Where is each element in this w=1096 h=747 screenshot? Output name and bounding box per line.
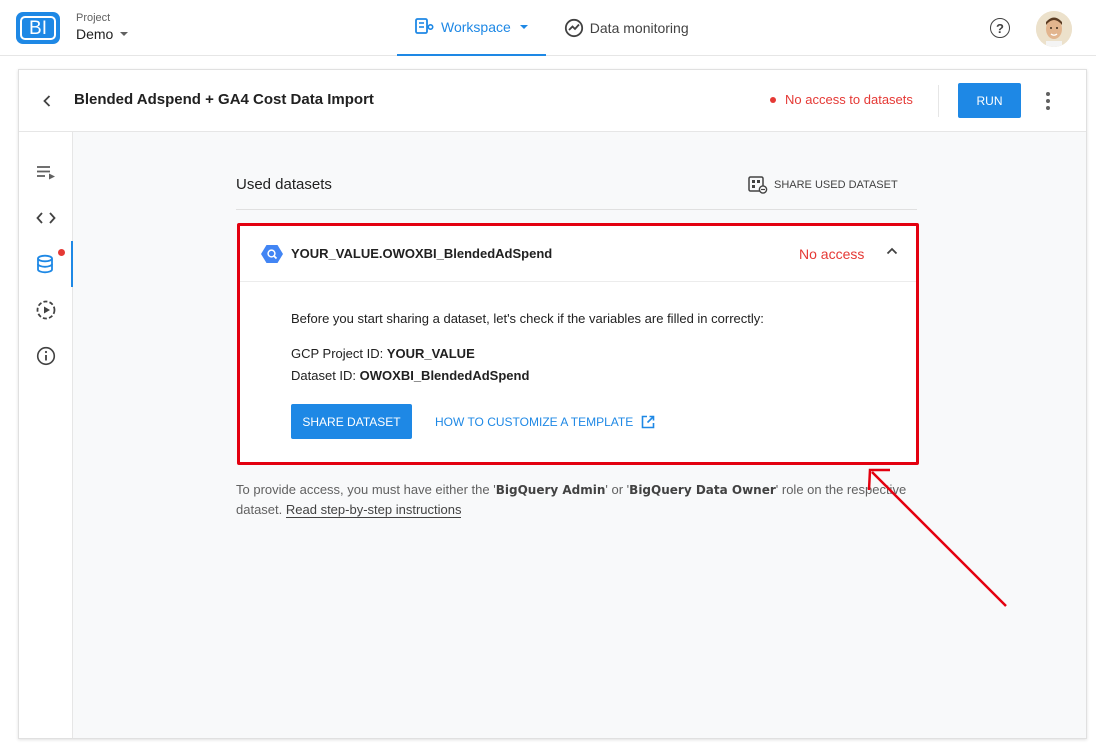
gcp-project-id-value: YOUR_VALUE	[386, 346, 475, 361]
access-status: No access to datasets	[770, 92, 913, 107]
share-used-dataset-label: SHARE USED DATASET	[774, 179, 898, 191]
access-status-text: No access to datasets	[785, 92, 913, 107]
dataset-id-row: Dataset ID: OWOXBI_BlendedAdSpend	[291, 368, 764, 383]
gcp-project-id-row: GCP Project ID: YOUR_VALUE	[291, 346, 764, 361]
chevron-up-icon[interactable]	[885, 244, 899, 258]
project-name-row[interactable]: Demo	[76, 26, 129, 42]
rail-pipeline-list[interactable]	[19, 149, 73, 195]
main-nav: Workspace Data monitoring	[397, 0, 707, 56]
dataset-panel-header[interactable]: YOUR_VALUE.OWOXBI_BlendedAdSpend No acce…	[240, 226, 916, 282]
annotation-arrow-icon	[867, 468, 1007, 607]
pipeline-title: Blended Adspend + GA4 Cost Data Import	[74, 91, 374, 108]
workspace-icon	[415, 18, 434, 34]
dataset-panel: YOUR_VALUE.OWOXBI_BlendedAdSpend No acce…	[237, 223, 919, 465]
share-dataset-button[interactable]: SHARE DATASET	[291, 404, 412, 439]
rail-info[interactable]	[19, 333, 73, 379]
used-datasets-title: Used datasets	[236, 176, 332, 193]
access-requirement-note: To provide access, you must have either …	[236, 480, 916, 520]
note-prefix: To provide access, you must have either …	[236, 482, 496, 497]
section-divider	[236, 209, 917, 210]
dataset-id-value: OWOXBI_BlendedAdSpend	[359, 368, 530, 383]
status-dot-icon	[770, 96, 776, 103]
dataset-access-status: No access	[799, 246, 865, 262]
tab-workspace[interactable]: Workspace	[397, 0, 546, 56]
pipeline-header: Blended Adspend + GA4 Cost Data Import N…	[19, 70, 1086, 132]
bigquery-icon	[261, 245, 283, 263]
more-vert-icon[interactable]	[1041, 91, 1055, 111]
note-mid: ' or '	[605, 482, 630, 497]
instructions-link[interactable]: Read step-by-step instructions	[285, 502, 462, 518]
share-intro-text: Before you start sharing a dataset, let'…	[291, 311, 764, 326]
header-divider	[938, 85, 939, 117]
alert-dot-icon	[58, 249, 65, 256]
project-selector[interactable]: Project Demo	[76, 12, 129, 42]
gcp-project-id-label: GCP Project ID:	[291, 346, 384, 361]
external-link-icon	[641, 415, 655, 429]
rail-datasets[interactable]	[19, 241, 73, 287]
dataset-panel-body: Before you start sharing a dataset, let'…	[291, 311, 764, 383]
dataset-name: YOUR_VALUE.OWOXBI_BlendedAdSpend	[291, 246, 553, 261]
customize-template-link[interactable]: HOW TO CUSTOMIZE A TEMPLATE	[435, 415, 655, 429]
tab-workspace-label: Workspace	[441, 19, 511, 35]
project-name: Demo	[76, 26, 114, 42]
run-button[interactable]: RUN	[958, 83, 1021, 118]
code-icon	[36, 212, 56, 224]
side-rail	[19, 132, 73, 738]
logo-text: BI	[20, 16, 56, 40]
rail-schedule[interactable]	[19, 287, 73, 333]
pipeline-list-icon	[37, 166, 55, 180]
help-circle-icon[interactable]: ?	[990, 18, 1010, 38]
note-role-owner: BigQuery Data Owner	[629, 483, 776, 497]
chevron-down-icon	[120, 32, 129, 36]
user-avatar[interactable]	[1036, 11, 1072, 47]
rail-code[interactable]	[19, 195, 73, 241]
note-role-admin: BigQuery Admin	[495, 483, 606, 497]
monitoring-icon	[564, 18, 583, 38]
schedule-run-icon	[36, 300, 56, 320]
tab-data-monitoring[interactable]: Data monitoring	[546, 0, 707, 56]
project-label: Project	[76, 12, 111, 24]
info-icon	[36, 346, 56, 366]
share-dataset-icon	[748, 176, 768, 194]
customize-template-label: HOW TO CUSTOMIZE A TEMPLATE	[435, 415, 634, 429]
share-used-dataset-button[interactable]: SHARE USED DATASET	[748, 176, 898, 194]
avatar-image	[1036, 11, 1072, 47]
pipeline-card: Blended Adspend + GA4 Cost Data Import N…	[18, 69, 1087, 739]
top-bar: BI Project Demo Workspace Data monitorin…	[0, 0, 1096, 56]
chevron-down-icon	[519, 25, 528, 29]
database-icon	[37, 254, 53, 274]
dataset-id-label: Dataset ID:	[291, 368, 357, 383]
owox-bi-logo[interactable]: BI	[16, 12, 60, 44]
back-chevron-icon[interactable]	[39, 91, 55, 111]
tab-data-monitoring-label: Data monitoring	[589, 20, 689, 36]
